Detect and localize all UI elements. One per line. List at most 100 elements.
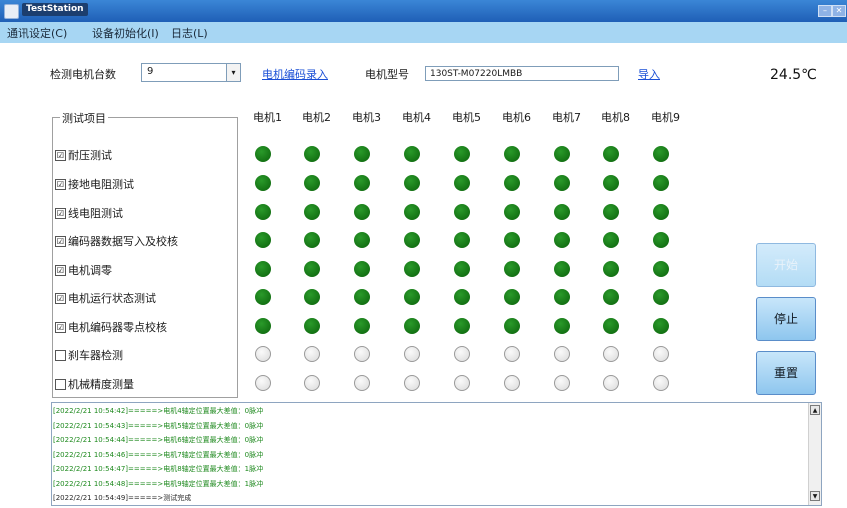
scroll-down-icon[interactable]: ▼ bbox=[810, 491, 820, 501]
test-item-label: 耐压测试 bbox=[68, 149, 112, 162]
minimize-button[interactable]: – bbox=[818, 5, 832, 17]
status-indicator-on bbox=[304, 261, 320, 277]
status-indicator-on bbox=[504, 146, 520, 162]
checkbox-checked-icon[interactable]: ☑ bbox=[55, 149, 66, 161]
status-indicator-off bbox=[354, 375, 370, 391]
status-indicator-on bbox=[603, 318, 619, 334]
status-indicator-on bbox=[404, 318, 420, 334]
test-item-label: 编码器数据写入及校核 bbox=[68, 235, 178, 248]
encoder-entry-link[interactable]: 电机编码录入 bbox=[262, 66, 328, 82]
status-indicator-off bbox=[653, 375, 669, 391]
status-indicator-on bbox=[354, 289, 370, 305]
status-indicator-on bbox=[255, 146, 271, 162]
status-indicator-on bbox=[454, 289, 470, 305]
log-scrollbar[interactable]: ▲ ▼ bbox=[808, 403, 821, 505]
status-indicator-on bbox=[304, 318, 320, 334]
chevron-down-icon[interactable]: ▾ bbox=[226, 64, 240, 81]
test-item[interactable]: 刹车器检测 bbox=[55, 347, 123, 363]
test-item[interactable]: ☑ 电机运行状态测试 bbox=[55, 290, 156, 306]
stop-button[interactable]: 停止 bbox=[756, 297, 816, 341]
log-line: [2022/2/21 10:54:48]=====>电机9轴定位置最大差值：1脉… bbox=[53, 479, 264, 488]
status-indicator-on bbox=[304, 146, 320, 162]
status-indicator-on bbox=[504, 175, 520, 191]
log-panel[interactable]: [2022/2/21 10:54:42]=====>电机4轴定位置最大差值：0脉… bbox=[51, 402, 822, 506]
status-indicator-on bbox=[255, 204, 271, 220]
checkbox-checked-icon[interactable]: ☑ bbox=[55, 292, 66, 304]
status-indicator-on bbox=[653, 204, 669, 220]
status-indicator-off bbox=[554, 346, 570, 362]
status-indicator-on bbox=[653, 175, 669, 191]
test-items-title: 测试项目 bbox=[60, 110, 108, 126]
status-indicator-off bbox=[255, 375, 271, 391]
menu-comm-settings[interactable]: 通讯设定(C) bbox=[7, 25, 67, 41]
menu-bar: 通讯设定(C) 设备初始化(I) 日志(L) bbox=[0, 22, 847, 43]
status-indicator-on bbox=[603, 289, 619, 305]
test-item[interactable]: 机械精度测量 bbox=[55, 376, 134, 392]
status-indicator-off bbox=[554, 375, 570, 391]
status-indicator-on bbox=[304, 175, 320, 191]
log-line: [2022/2/21 10:54:47]=====>电机8轴定位置最大差值：1脉… bbox=[53, 465, 264, 473]
status-indicator-on bbox=[304, 289, 320, 305]
app-icon bbox=[4, 4, 19, 19]
test-item[interactable]: ☑ 耐压测试 bbox=[55, 147, 112, 163]
checkbox-unchecked-icon[interactable] bbox=[55, 378, 66, 390]
status-indicator-on bbox=[255, 318, 271, 334]
status-indicator-on bbox=[554, 289, 570, 305]
status-indicator-on bbox=[504, 232, 520, 248]
status-indicator-on bbox=[404, 261, 420, 277]
checkbox-checked-icon[interactable]: ☑ bbox=[55, 235, 66, 247]
title-bar: TestStation – ✕ bbox=[0, 0, 847, 22]
motor-header: 电机6 bbox=[502, 111, 531, 124]
test-item[interactable]: ☑ 接地电阻测试 bbox=[55, 176, 134, 192]
start-button[interactable]: 开始 bbox=[756, 243, 816, 287]
motor-header: 电机7 bbox=[552, 111, 581, 124]
menu-device-init[interactable]: 设备初始化(I) bbox=[92, 25, 159, 41]
model-field[interactable]: 130ST-M07220LMBB bbox=[425, 66, 619, 81]
menu-log[interactable]: 日志(L) bbox=[171, 25, 208, 41]
checkbox-checked-icon[interactable]: ☑ bbox=[55, 178, 66, 190]
test-item-label: 电机编码器零点校核 bbox=[68, 321, 167, 334]
import-link[interactable]: 导入 bbox=[638, 66, 660, 82]
test-item-label: 刹车器检测 bbox=[68, 349, 123, 362]
status-indicator-on bbox=[454, 175, 470, 191]
status-indicator-off bbox=[504, 375, 520, 391]
motor-count-select[interactable]: 9 ▾ bbox=[141, 63, 241, 82]
reset-button[interactable]: 重置 bbox=[756, 351, 816, 395]
test-item[interactable]: ☑ 电机编码器零点校核 bbox=[55, 319, 167, 335]
test-item-label: 线电阻测试 bbox=[68, 207, 123, 220]
temperature-readout: 24.5℃ bbox=[770, 67, 817, 83]
status-indicator-on bbox=[354, 175, 370, 191]
status-indicator-on bbox=[554, 232, 570, 248]
status-indicator-on bbox=[404, 232, 420, 248]
checkbox-checked-icon[interactable]: ☑ bbox=[55, 321, 66, 333]
motor-header: 电机4 bbox=[402, 111, 431, 124]
status-indicator-on bbox=[554, 318, 570, 334]
status-indicator-on bbox=[354, 146, 370, 162]
status-indicator-on bbox=[255, 175, 271, 191]
log-line: [2022/2/21 10:54:43]=====>电机5轴定位置最大差值：0脉… bbox=[53, 421, 264, 430]
status-indicator-off bbox=[354, 346, 370, 362]
status-indicator-on bbox=[354, 232, 370, 248]
status-indicator-off bbox=[404, 346, 420, 362]
motor-count-value: 9 bbox=[147, 66, 154, 77]
test-item[interactable]: ☑ 电机调零 bbox=[55, 262, 112, 278]
status-indicator-on bbox=[603, 232, 619, 248]
scroll-up-icon[interactable]: ▲ bbox=[810, 405, 820, 415]
test-item-label: 电机运行状态测试 bbox=[68, 292, 156, 305]
close-button[interactable]: ✕ bbox=[832, 5, 846, 17]
checkbox-checked-icon[interactable]: ☑ bbox=[55, 264, 66, 276]
model-label: 电机型号 bbox=[365, 68, 409, 81]
status-indicator-off bbox=[304, 375, 320, 391]
test-item[interactable]: ☑ 编码器数据写入及校核 bbox=[55, 233, 178, 249]
status-indicator-on bbox=[454, 204, 470, 220]
checkbox-checked-icon[interactable]: ☑ bbox=[55, 207, 66, 219]
status-indicator-off bbox=[454, 346, 470, 362]
status-indicator-on bbox=[404, 146, 420, 162]
status-indicator-on bbox=[603, 175, 619, 191]
status-indicator-on bbox=[454, 146, 470, 162]
checkbox-unchecked-icon[interactable] bbox=[55, 349, 66, 361]
log-line: [2022/2/21 10:54:44]=====>电机6轴定位置最大差值：0脉… bbox=[53, 436, 264, 444]
test-item-label: 接地电阻测试 bbox=[68, 178, 134, 191]
test-item[interactable]: ☑ 线电阻测试 bbox=[55, 205, 123, 221]
log-line: [2022/2/21 10:54:46]=====>电机7轴定位置最大差值：0脉… bbox=[53, 450, 264, 459]
